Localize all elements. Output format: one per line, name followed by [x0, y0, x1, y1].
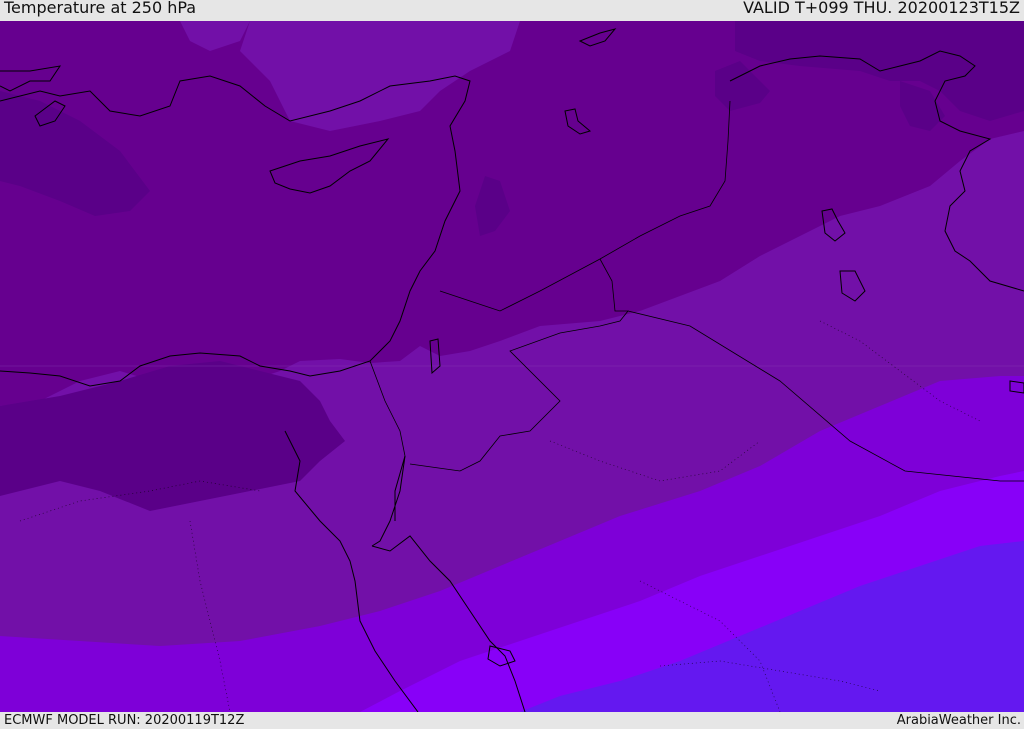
credit: ArabiaWeather Inc.	[896, 713, 1021, 728]
valid-time: VALID T+099 THU. 20200123T15Z	[743, 0, 1020, 17]
temperature-map[interactable]	[0, 21, 1024, 712]
header-bar: Temperature at 250 hPa VALID T+099 THU. …	[0, 0, 1024, 21]
model-run: ECMWF MODEL RUN: 20200119T12Z	[4, 713, 245, 728]
map-title: Temperature at 250 hPa	[4, 0, 197, 17]
footer-bar: ECMWF MODEL RUN: 20200119T12Z ArabiaWeat…	[0, 712, 1024, 729]
